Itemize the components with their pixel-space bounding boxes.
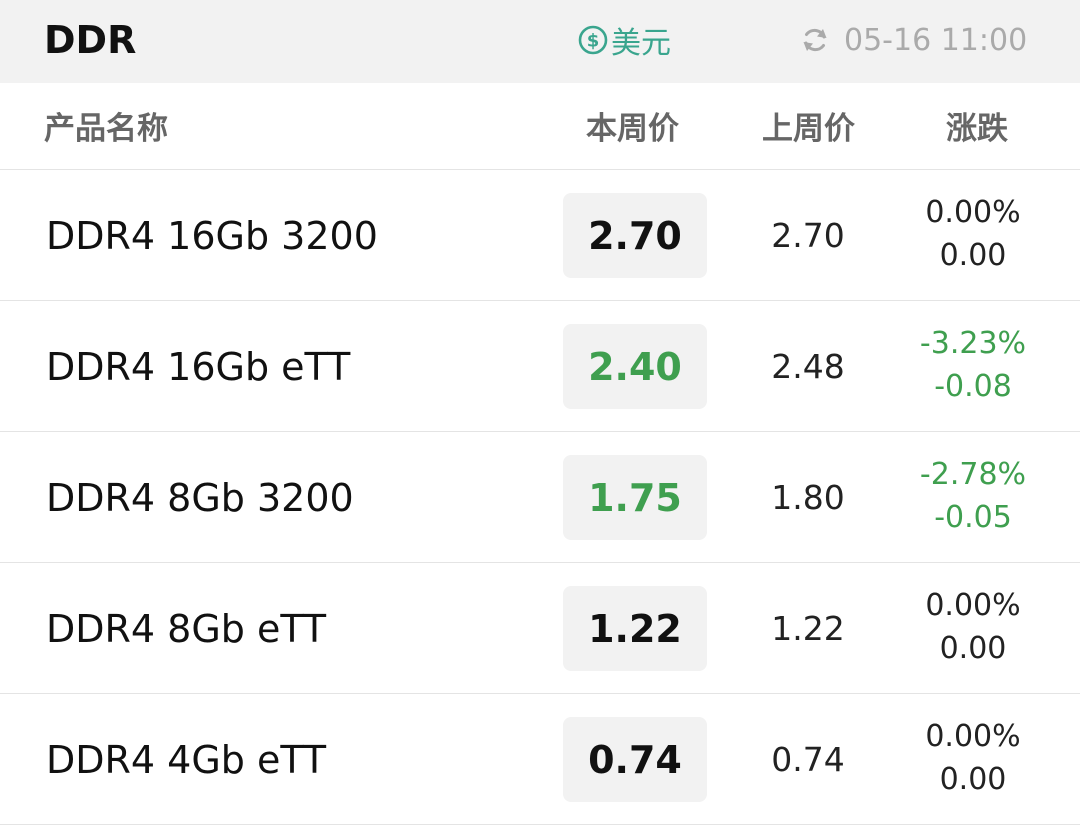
product-name: DDR4 8Gb 3200: [46, 476, 354, 520]
change-percent: -2.78%: [919, 457, 1027, 492]
price-change: 0.00% 0.00: [900, 191, 1046, 277]
change-percent: 0.00%: [925, 195, 1021, 230]
change-amount: -0.08: [934, 369, 1012, 404]
table-row[interactable]: DDR4 4Gb eTT 0.74 0.74 0.00% 0.00: [0, 694, 1080, 825]
product-name: DDR4 8Gb eTT: [46, 607, 327, 651]
previous-price: 2.70: [771, 216, 845, 255]
change-percent: -3.23%: [919, 326, 1027, 361]
table-row[interactable]: DDR4 8Gb eTT 1.22 1.22 0.00% 0.00: [0, 563, 1080, 694]
updated-time: 05-16 11:00: [844, 22, 1028, 58]
column-header-change[interactable]: 涨跌: [946, 109, 1008, 149]
product-name: DDR4 16Gb 3200: [46, 214, 378, 258]
current-price: 1.22: [563, 586, 707, 671]
change-amount: -0.05: [934, 500, 1012, 535]
table-row[interactable]: DDR4 16Gb 3200 2.70 2.70 0.00% 0.00: [0, 170, 1080, 301]
current-price: 1.75: [563, 455, 707, 540]
change-amount: 0.00: [939, 631, 1007, 666]
refresh-timestamp[interactable]: 05-16 11:00: [800, 20, 1027, 60]
product-name: DDR4 16Gb eTT: [46, 345, 351, 389]
page-title: DDR: [44, 18, 137, 62]
column-header-current-price[interactable]: 本周价: [586, 109, 679, 149]
svg-text:$: $: [587, 31, 600, 52]
table-header: 产品名称 本周价 上周价 涨跌: [0, 83, 1080, 170]
currency-toggle[interactable]: $ 美元: [578, 20, 671, 61]
refresh-icon[interactable]: [800, 25, 830, 55]
price-change: -2.78% -0.05: [900, 453, 1046, 539]
price-change: 0.00% 0.00: [900, 715, 1046, 801]
change-percent: 0.00%: [925, 719, 1021, 754]
top-bar: DDR $ 美元 05-16 11:00: [0, 0, 1080, 83]
table-row[interactable]: DDR4 8Gb 3200 1.75 1.80 -2.78% -0.05: [0, 432, 1080, 563]
currency-label: 美元: [611, 26, 671, 61]
change-amount: 0.00: [939, 238, 1007, 273]
price-change: 0.00% 0.00: [900, 584, 1046, 670]
previous-price: 1.80: [771, 478, 845, 517]
column-header-name[interactable]: 产品名称: [44, 109, 168, 149]
current-price: 2.40: [563, 324, 707, 409]
previous-price: 1.22: [771, 609, 845, 648]
product-name: DDR4 4Gb eTT: [46, 738, 327, 782]
column-header-previous-price[interactable]: 上周价: [762, 109, 855, 149]
previous-price: 0.74: [771, 740, 845, 779]
current-price: 2.70: [563, 193, 707, 278]
change-percent: 0.00%: [925, 588, 1021, 623]
table-row[interactable]: DDR4 16Gb eTT 2.40 2.48 -3.23% -0.08: [0, 301, 1080, 432]
previous-price: 2.48: [771, 347, 845, 386]
change-amount: 0.00: [939, 762, 1007, 797]
price-change: -3.23% -0.08: [900, 322, 1046, 408]
current-price: 0.74: [563, 717, 707, 802]
dollar-coin-icon: $: [578, 25, 608, 55]
